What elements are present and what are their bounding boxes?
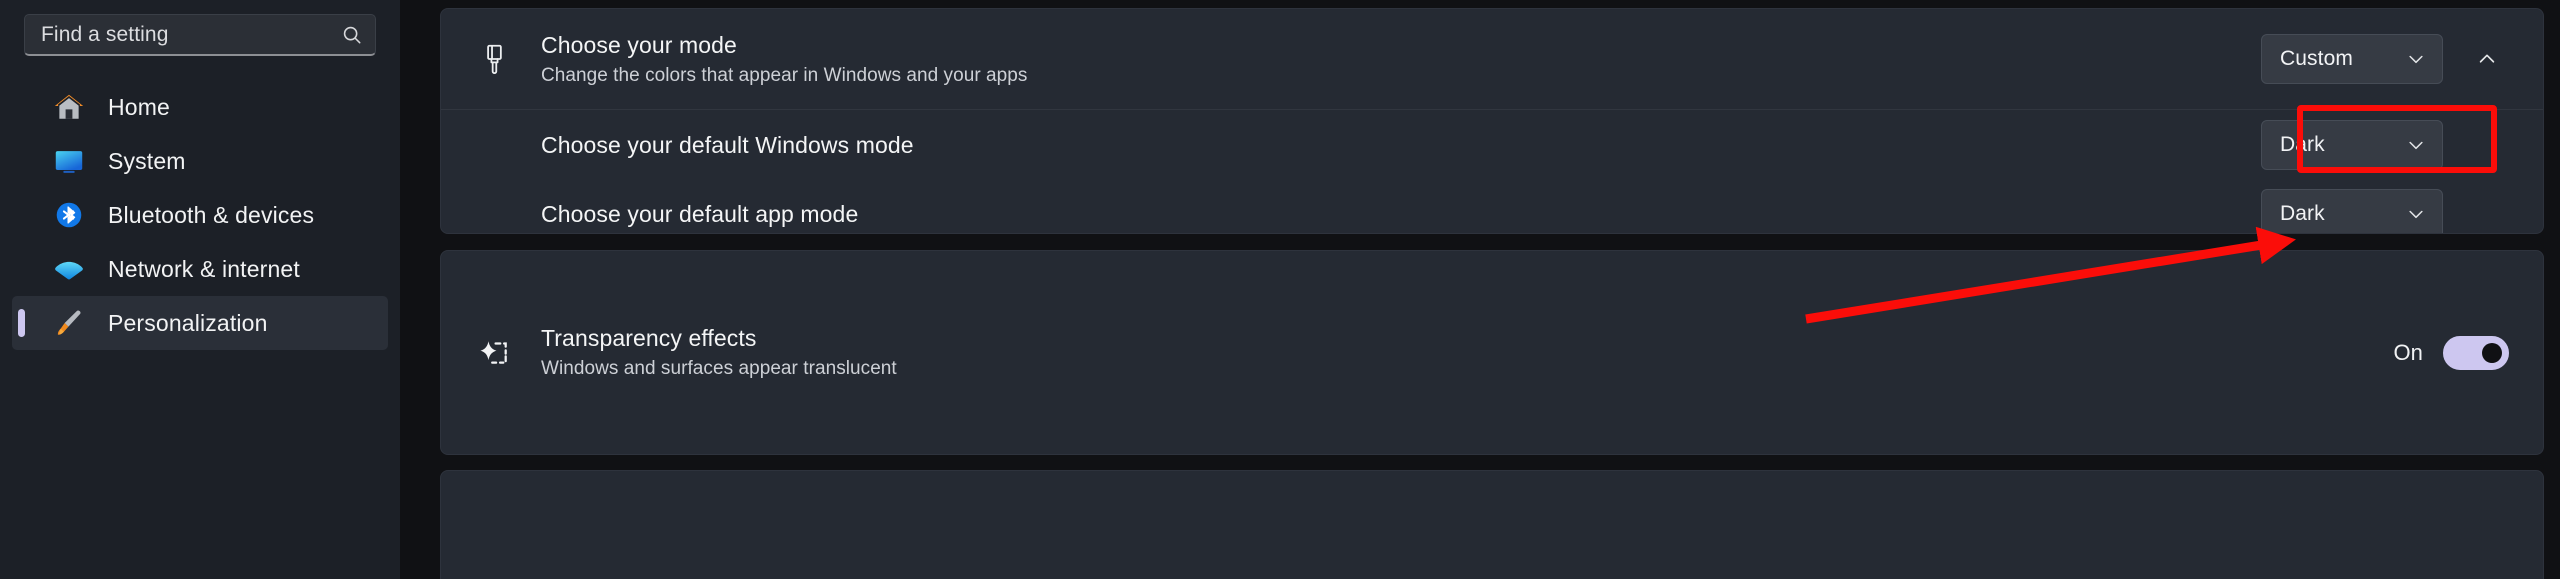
- sidebar-item-label: System: [108, 147, 186, 174]
- settings-content-pane: Choose your mode Change the colors that …: [400, 0, 2560, 579]
- sidebar-nav-list: Home System Bluetooth & devices Network …: [0, 80, 400, 350]
- choose-your-mode-card: Choose your mode Change the colors that …: [440, 8, 2544, 234]
- toggle-knob: [2482, 342, 2502, 363]
- collapse-section-button[interactable]: [2465, 37, 2509, 81]
- sidebar-item-label: Home: [108, 93, 170, 120]
- row-title: Choose your mode: [541, 31, 737, 58]
- paintbrush-icon: [475, 39, 515, 79]
- row-title: Choose your default Windows mode: [541, 131, 914, 158]
- paintbrush-icon: [52, 306, 86, 340]
- sidebar-item-label: Network & internet: [108, 255, 300, 282]
- chevron-down-icon: [2406, 135, 2426, 155]
- sidebar-item-label: Bluetooth & devices: [108, 201, 315, 228]
- chevron-up-icon: [2476, 48, 2498, 70]
- toggle-state-label: On: [2393, 339, 2423, 365]
- dropdown-value: Dark: [2280, 132, 2325, 156]
- navigation-sidebar: Home: [0, 0, 400, 579]
- default-windows-mode-row[interactable]: Choose your default Windows mode Dark: [441, 109, 2543, 179]
- sidebar-item-home[interactable]: Home: [12, 80, 388, 134]
- dropdown-value: Dark: [2280, 202, 2325, 225]
- choose-your-mode-dropdown[interactable]: Custom: [2261, 34, 2443, 84]
- default-windows-mode-dropdown[interactable]: Dark: [2261, 119, 2443, 170]
- sidebar-item-network-internet[interactable]: Network & internet: [12, 242, 388, 296]
- next-setting-card-partial: [440, 470, 2544, 579]
- choose-your-mode-text: Choose your mode Change the colors that …: [541, 30, 2261, 89]
- search-icon[interactable]: [341, 24, 363, 46]
- default-windows-mode-text: Choose your default Windows mode: [541, 130, 2261, 160]
- system-monitor-icon: [52, 144, 86, 178]
- transparency-effects-toggle[interactable]: [2443, 335, 2509, 370]
- sidebar-item-label: Personalization: [108, 309, 268, 336]
- default-app-mode-text: Choose your default app mode: [541, 199, 2261, 229]
- transparency-effects-row[interactable]: Transparency effects Windows and surface…: [441, 251, 2543, 454]
- transparency-effects-controls: On: [2393, 335, 2509, 370]
- default-app-mode-controls: Dark: [2261, 189, 2509, 233]
- sidebar-item-system[interactable]: System: [12, 134, 388, 188]
- row-title: Transparency effects: [541, 325, 757, 351]
- choose-your-mode-row[interactable]: Choose your mode Change the colors that …: [441, 9, 2543, 109]
- home-icon: [52, 90, 86, 124]
- wifi-icon: [52, 252, 86, 286]
- search-input[interactable]: [41, 22, 341, 47]
- sidebar-item-personalization[interactable]: Personalization: [12, 296, 388, 350]
- transparency-effects-card: Transparency effects Windows and surface…: [440, 250, 2544, 455]
- sidebar-item-bluetooth-devices[interactable]: Bluetooth & devices: [12, 188, 388, 242]
- settings-window: Home: [0, 0, 2560, 579]
- transparency-effects-text: Transparency effects Windows and surface…: [541, 323, 2393, 382]
- choose-your-mode-controls: Custom: [2261, 34, 2509, 84]
- sparkle-dashed-square-icon: [475, 333, 515, 373]
- default-app-mode-dropdown[interactable]: Dark: [2261, 189, 2443, 233]
- row-subtitle: Change the colors that appear in Windows…: [541, 64, 1028, 86]
- row-subtitle: Windows and surfaces appear translucent: [541, 358, 897, 379]
- search-setting-box[interactable]: [24, 14, 376, 56]
- dropdown-value: Custom: [2280, 47, 2353, 70]
- chevron-down-icon: [2406, 204, 2426, 224]
- default-windows-mode-controls: Dark: [2261, 119, 2509, 170]
- default-app-mode-row[interactable]: Choose your default app mode Dark: [441, 179, 2543, 233]
- chevron-down-icon: [2406, 49, 2426, 69]
- bluetooth-icon: [52, 198, 86, 232]
- row-title: Choose your default app mode: [541, 201, 859, 227]
